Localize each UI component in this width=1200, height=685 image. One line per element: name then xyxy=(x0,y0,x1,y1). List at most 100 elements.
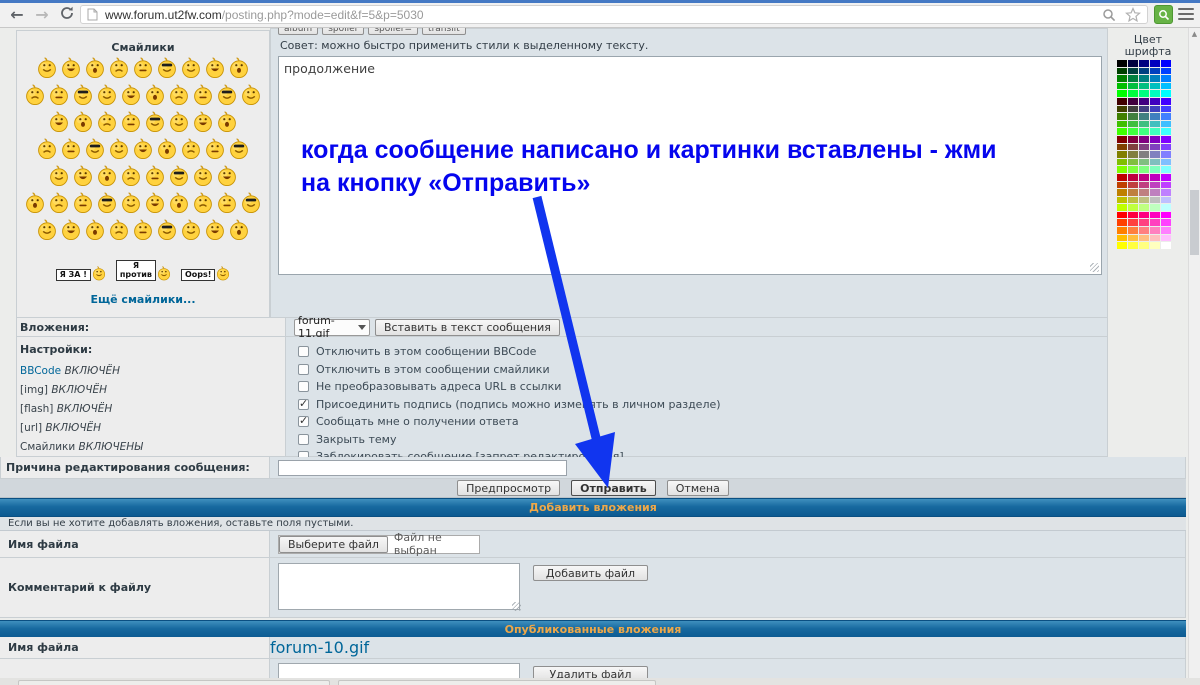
smiley-icon[interactable] xyxy=(85,57,105,79)
palette-color-swatch[interactable] xyxy=(1139,159,1149,166)
choose-file-button[interactable]: Выберите файл xyxy=(279,536,388,553)
palette-color-swatch[interactable] xyxy=(1161,159,1171,166)
smiley-icon[interactable] xyxy=(181,219,201,241)
palette-color-swatch[interactable] xyxy=(1128,204,1138,211)
palette-color-swatch[interactable] xyxy=(1128,212,1138,219)
palette-color-swatch[interactable] xyxy=(1139,98,1149,105)
smiley-icon[interactable] xyxy=(193,111,213,133)
palette-color-swatch[interactable] xyxy=(1117,98,1127,105)
cancel-button[interactable]: Отмена xyxy=(667,480,729,496)
palette-color-swatch[interactable] xyxy=(1139,136,1149,143)
smiley-icon[interactable] xyxy=(241,84,261,106)
smiley-icon[interactable] xyxy=(73,84,93,106)
palette-color-swatch[interactable] xyxy=(1139,242,1149,249)
smiley-icon[interactable] xyxy=(157,138,177,160)
palette-color-swatch[interactable] xyxy=(1128,128,1138,135)
palette-color-swatch[interactable] xyxy=(1161,144,1171,151)
palette-color-swatch[interactable] xyxy=(1117,166,1127,173)
palette-color-swatch[interactable] xyxy=(1128,174,1138,181)
palette-color-swatch[interactable] xyxy=(1117,144,1127,151)
posted-file-link[interactable]: forum-10.gif xyxy=(270,638,369,657)
smiley-icon[interactable] xyxy=(73,192,93,214)
palette-color-swatch[interactable] xyxy=(1128,113,1138,120)
smiley-icon[interactable] xyxy=(217,192,237,214)
checkbox-unchecked[interactable] xyxy=(298,346,309,357)
palette-color-swatch[interactable] xyxy=(1161,128,1171,135)
palette-color-swatch[interactable] xyxy=(1139,128,1149,135)
palette-color-swatch[interactable] xyxy=(1128,136,1138,143)
palette-color-swatch[interactable] xyxy=(1139,182,1149,189)
palette-color-swatch[interactable] xyxy=(1117,121,1127,128)
smiley-icon[interactable] xyxy=(193,192,213,214)
file-input[interactable]: Выберите файл Файл не выбран xyxy=(278,535,480,554)
palette-color-swatch[interactable] xyxy=(1150,159,1160,166)
palette-color-swatch[interactable] xyxy=(1150,60,1160,67)
smiley-icon[interactable] xyxy=(133,219,153,241)
palette-color-swatch[interactable] xyxy=(1139,113,1149,120)
palette-color-swatch[interactable] xyxy=(1139,75,1149,82)
smiley-icon[interactable] xyxy=(145,192,165,214)
palette-color-swatch[interactable] xyxy=(1150,83,1160,90)
smiley-icon[interactable] xyxy=(216,266,230,281)
palette-color-swatch[interactable] xyxy=(1117,174,1127,181)
smiley-icon[interactable] xyxy=(109,138,129,160)
palette-color-swatch[interactable] xyxy=(1161,98,1171,105)
smiley-icon[interactable] xyxy=(193,165,213,187)
palette-color-swatch[interactable] xyxy=(1150,235,1160,242)
palette-color-swatch[interactable] xyxy=(1161,106,1171,113)
palette-color-swatch[interactable] xyxy=(1117,242,1127,249)
smiley-icon[interactable] xyxy=(97,165,117,187)
palette-color-swatch[interactable] xyxy=(1161,182,1171,189)
palette-color-swatch[interactable] xyxy=(1128,235,1138,242)
smiley-icon[interactable] xyxy=(97,192,117,214)
palette-color-swatch[interactable] xyxy=(1139,121,1149,128)
palette-color-swatch[interactable] xyxy=(1161,197,1171,204)
sign-smiley-icon[interactable]: Я против xyxy=(116,260,171,281)
palette-color-swatch[interactable] xyxy=(1128,144,1138,151)
smiley-icon[interactable] xyxy=(61,138,81,160)
message-textarea[interactable] xyxy=(278,56,1102,275)
smiley-icon[interactable] xyxy=(37,138,57,160)
palette-color-swatch[interactable] xyxy=(1150,90,1160,97)
back-button[interactable]: ← xyxy=(6,5,28,25)
palette-color-swatch[interactable] xyxy=(1161,219,1171,226)
smiley-icon[interactable] xyxy=(92,266,106,281)
palette-color-swatch[interactable] xyxy=(1128,83,1138,90)
smiley-icon[interactable] xyxy=(25,84,45,106)
smiley-icon[interactable] xyxy=(97,111,117,133)
smiley-icon[interactable] xyxy=(133,138,153,160)
palette-color-swatch[interactable] xyxy=(1128,106,1138,113)
palette-color-swatch[interactable] xyxy=(1150,121,1160,128)
edit-reason-input[interactable] xyxy=(278,460,567,476)
smiley-icon[interactable] xyxy=(85,138,105,160)
smiley-icon[interactable] xyxy=(49,84,69,106)
reload-button[interactable] xyxy=(56,5,78,25)
smiley-icon[interactable] xyxy=(145,165,165,187)
smiley-icon[interactable] xyxy=(169,165,189,187)
palette-color-swatch[interactable] xyxy=(1139,151,1149,158)
palette-color-swatch[interactable] xyxy=(1161,151,1171,158)
palette-color-swatch[interactable] xyxy=(1161,113,1171,120)
smiley-icon[interactable] xyxy=(157,57,177,79)
smiley-icon[interactable] xyxy=(229,138,249,160)
smiley-icon[interactable] xyxy=(145,111,165,133)
palette-color-swatch[interactable] xyxy=(1117,182,1127,189)
palette-color-swatch[interactable] xyxy=(1150,166,1160,173)
palette-color-swatch[interactable] xyxy=(1161,83,1171,90)
palette-color-swatch[interactable] xyxy=(1117,227,1127,234)
scrollbar-thumb[interactable] xyxy=(1190,190,1199,255)
palette-color-swatch[interactable] xyxy=(1117,197,1127,204)
smiley-icon[interactable] xyxy=(73,111,93,133)
palette-color-swatch[interactable] xyxy=(1139,68,1149,75)
smiley-icon[interactable] xyxy=(37,219,57,241)
palette-color-swatch[interactable] xyxy=(1128,189,1138,196)
forward-button[interactable]: → xyxy=(31,5,53,25)
palette-color-swatch[interactable] xyxy=(1128,90,1138,97)
smiley-icon[interactable] xyxy=(121,111,141,133)
smiley-icon[interactable] xyxy=(49,111,69,133)
palette-color-swatch[interactable] xyxy=(1117,189,1127,196)
sign-smiley-icon[interactable]: Oops! xyxy=(181,266,230,281)
palette-color-swatch[interactable] xyxy=(1161,90,1171,97)
palette-color-swatch[interactable] xyxy=(1161,75,1171,82)
option-status-name[interactable]: BBCode xyxy=(20,365,61,377)
